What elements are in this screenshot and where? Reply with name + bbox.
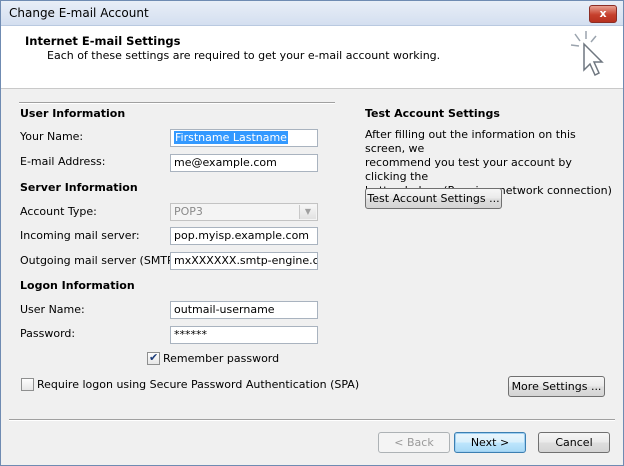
email-address-label: E-mail Address: [20, 155, 106, 168]
cancel-button[interactable]: Cancel [538, 432, 610, 453]
test-description-line-1: After filling out the information on thi… [365, 128, 576, 155]
test-description-line-2: recommend you test your account by click… [365, 156, 572, 183]
email-address-input[interactable]: me@example.com [170, 154, 318, 172]
left-divider [19, 102, 335, 104]
remember-password-checkbox[interactable] [147, 351, 160, 365]
close-button[interactable]: x [589, 5, 617, 23]
your-name-label: Your Name: [20, 130, 84, 143]
user-info-heading: User Information [20, 107, 126, 120]
back-button[interactable]: < Back [378, 432, 450, 453]
change-email-account-window: Change E-mail Account x Internet E-mail … [0, 0, 624, 466]
title-bar: Change E-mail Account x [1, 1, 623, 26]
spa-checkbox[interactable] [21, 378, 34, 391]
test-settings-heading: Test Account Settings [365, 107, 500, 120]
header-subtitle: Each of these settings are required to g… [47, 49, 441, 62]
user-name-label: User Name: [20, 303, 85, 316]
incoming-server-label: Incoming mail server: [20, 229, 140, 242]
close-icon: x [599, 7, 607, 20]
spa-label[interactable]: Require logon using Secure Password Auth… [37, 378, 359, 391]
remember-password-label[interactable]: Remember password [163, 352, 279, 365]
chevron-down-icon: ▼ [299, 205, 316, 219]
cursor-sparkle-icon [570, 31, 604, 77]
header-panel: Internet E-mail Settings Each of these s… [1, 26, 623, 89]
incoming-server-input[interactable]: pop.myisp.example.com [170, 227, 318, 245]
next-button[interactable]: Next > [454, 432, 526, 453]
header-title: Internet E-mail Settings [25, 34, 181, 48]
user-name-input[interactable]: outmail-username [170, 301, 318, 319]
more-settings-button[interactable]: More Settings ... [508, 376, 605, 397]
your-name-value: Firstname Lastname [174, 131, 288, 144]
outgoing-server-input[interactable]: mxXXXXXX.smtp-engine.com [170, 252, 318, 270]
account-type-label: Account Type: [20, 205, 97, 218]
password-input[interactable]: ****** [170, 326, 318, 344]
server-info-heading: Server Information [20, 181, 138, 194]
your-name-input[interactable]: Firstname Lastname [170, 129, 318, 147]
footer-divider [9, 419, 615, 421]
account-type-select[interactable]: POP3 ▼ [170, 203, 318, 221]
password-label: Password: [20, 327, 76, 340]
logon-info-heading: Logon Information [20, 279, 135, 292]
window-title: Change E-mail Account [9, 6, 149, 20]
test-account-settings-button[interactable]: Test Account Settings ... [365, 188, 502, 209]
outgoing-server-label: Outgoing mail server (SMTP): [20, 254, 182, 267]
account-type-value: POP3 [174, 205, 203, 218]
